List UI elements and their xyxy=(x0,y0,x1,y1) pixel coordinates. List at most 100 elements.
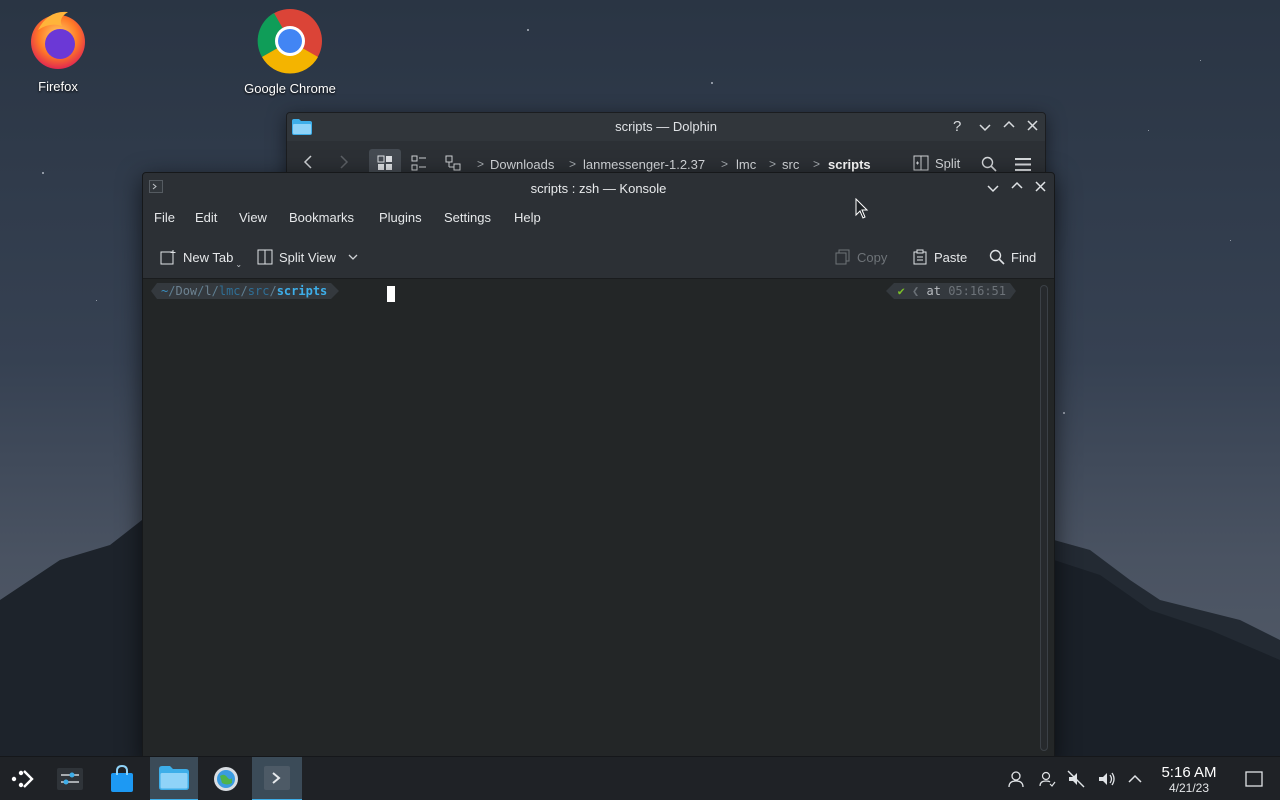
forward-icon[interactable] xyxy=(339,155,349,169)
user-icon[interactable] xyxy=(1006,769,1026,789)
terminal-scrollbar[interactable] xyxy=(1040,285,1048,751)
dolphin-titlebar[interactable]: scripts — Dolphin ? xyxy=(287,113,1045,141)
clock-time: 5:16 AM xyxy=(1161,764,1217,781)
chevron-right-icon: > xyxy=(813,157,821,171)
menu-help[interactable]: Help xyxy=(514,210,541,225)
split-view-label: Split View xyxy=(279,249,336,265)
application-launcher-button[interactable] xyxy=(0,757,44,800)
search-icon xyxy=(989,249,1005,265)
launcher-icon xyxy=(11,770,34,788)
prompt-right-start-cap xyxy=(885,283,894,299)
minimize-icon[interactable] xyxy=(979,122,991,132)
konsole-window[interactable]: scripts : zsh — Konsole File Edit View B… xyxy=(142,172,1055,762)
grid-view-icon xyxy=(377,155,392,170)
split-icon xyxy=(913,155,929,171)
folder-icon xyxy=(159,766,189,790)
konsole-task[interactable] xyxy=(252,757,302,800)
tray-expand-icon[interactable] xyxy=(1125,769,1145,789)
settings-sliders-icon xyxy=(57,768,83,790)
konsole-toolbar: New Tab ⌄ Split View Copy Paste Find xyxy=(143,233,1054,279)
volume-icon[interactable] xyxy=(1097,769,1117,789)
menu-settings[interactable]: Settings xyxy=(444,210,491,225)
new-tab-icon xyxy=(160,249,176,264)
prompt-path: ~/Dow/l/lmc/src/scripts xyxy=(151,282,340,300)
breadcrumb-src[interactable]: src xyxy=(782,157,799,172)
prompt-dir: lmc xyxy=(218,284,241,298)
text-cursor xyxy=(387,286,395,302)
help-icon[interactable]: ? xyxy=(953,118,961,135)
breadcrumb-downloads[interactable]: Downloads xyxy=(490,157,554,172)
globe-gear-icon xyxy=(214,767,238,791)
new-tab-button[interactable]: New Tab ⌄ xyxy=(160,245,246,269)
desktop-icon-label: Firefox xyxy=(38,79,78,94)
split-view-icon xyxy=(257,249,273,265)
microphone-muted-icon[interactable] xyxy=(1066,769,1086,789)
chevron-right-icon: > xyxy=(721,157,729,171)
hamburger-menu-icon[interactable] xyxy=(1015,158,1031,171)
status-check-icon: ✔ xyxy=(897,284,905,298)
details-view-icon[interactable] xyxy=(445,155,461,171)
terminal-view[interactable]: ~/Dow/l/lmc/src/scripts ✔ ❮ at 05:16:51 xyxy=(143,279,1054,761)
shopping-bag-icon xyxy=(111,765,133,792)
prompt-status: ✔ ❮ at 05:16:51 xyxy=(885,282,1016,300)
prompt-dir: src xyxy=(247,284,270,298)
copy-button[interactable]: Copy xyxy=(835,245,887,269)
prompt-at: at xyxy=(926,284,941,298)
menu-plugins[interactable]: Plugins xyxy=(379,210,422,225)
chevron-right-icon: > xyxy=(569,157,577,171)
menu-view[interactable]: View xyxy=(239,210,267,225)
system-settings-task[interactable] xyxy=(48,757,92,800)
prompt-dir: Dow xyxy=(175,284,198,298)
split-button[interactable]: Split xyxy=(913,155,960,171)
menu-file[interactable]: File xyxy=(154,210,175,225)
menu-edit[interactable]: Edit xyxy=(195,210,217,225)
prompt-status-segment: ✔ ❮ at 05:16:51 xyxy=(893,283,1010,299)
desktop-icon-label: Google Chrome xyxy=(244,81,336,96)
search-icon[interactable] xyxy=(981,156,997,172)
chevron-down-icon xyxy=(348,254,358,260)
paste-button[interactable]: Paste xyxy=(912,245,967,269)
split-label: Split xyxy=(935,155,961,171)
konsole-menubar: File Edit View Bookmarks Plugins Setting… xyxy=(143,203,1054,233)
back-icon[interactable] xyxy=(303,155,313,169)
breadcrumb-lanmessenger[interactable]: lanmessenger-1.2.37 xyxy=(583,157,705,172)
minimize-icon[interactable] xyxy=(987,183,999,193)
dolphin-title: scripts — Dolphin xyxy=(615,119,717,134)
copy-icon xyxy=(835,249,850,265)
konsole-titlebar[interactable]: scripts : zsh — Konsole xyxy=(143,173,1054,203)
taskbar: 5:16 AM 4/21/23 xyxy=(0,756,1280,800)
breadcrumb-lmc[interactable]: lmc xyxy=(736,157,756,172)
dolphin-task[interactable] xyxy=(150,757,198,800)
maximize-icon[interactable] xyxy=(1003,120,1015,130)
firefox-icon xyxy=(31,11,85,69)
discover-store-task[interactable] xyxy=(100,757,144,800)
compact-view-icon[interactable] xyxy=(411,155,427,171)
prompt-path-segment: ~/Dow/l/lmc/src/scripts xyxy=(157,283,332,299)
maximize-icon[interactable] xyxy=(1011,181,1023,191)
prompt-time: 05:16:51 xyxy=(948,284,1006,298)
mouse-cursor-icon xyxy=(855,198,869,219)
show-desktop-icon[interactable] xyxy=(1244,769,1264,789)
copy-label: Copy xyxy=(857,249,888,265)
dropdown-indicator-icon: ⌄ xyxy=(235,259,243,269)
network-user-icon[interactable] xyxy=(1037,769,1057,789)
prompt-dir: l xyxy=(204,284,212,298)
desktop-icon-firefox[interactable]: Firefox xyxy=(3,8,113,94)
find-button[interactable]: Find xyxy=(989,245,1036,269)
terminal-icon xyxy=(264,766,290,790)
prompt-right-end-cap xyxy=(1010,283,1016,299)
separator-icon: ❮ xyxy=(904,284,927,298)
paste-icon xyxy=(913,249,927,265)
desktop-icon-google-chrome[interactable]: Google Chrome xyxy=(235,8,345,96)
split-view-button[interactable]: Split View xyxy=(257,245,358,269)
digital-clock[interactable]: 5:16 AM 4/21/23 xyxy=(1152,764,1226,796)
close-icon[interactable] xyxy=(1027,120,1038,131)
browser-task[interactable] xyxy=(204,757,248,800)
close-icon[interactable] xyxy=(1035,181,1046,192)
find-label: Find xyxy=(1011,249,1037,265)
breadcrumb-scripts[interactable]: scripts xyxy=(828,157,871,172)
chevron-right-icon: > xyxy=(769,157,777,171)
menu-bookmarks[interactable]: Bookmarks xyxy=(289,210,354,225)
paste-label: Paste xyxy=(934,249,968,265)
new-tab-label: New Tab xyxy=(183,249,234,265)
